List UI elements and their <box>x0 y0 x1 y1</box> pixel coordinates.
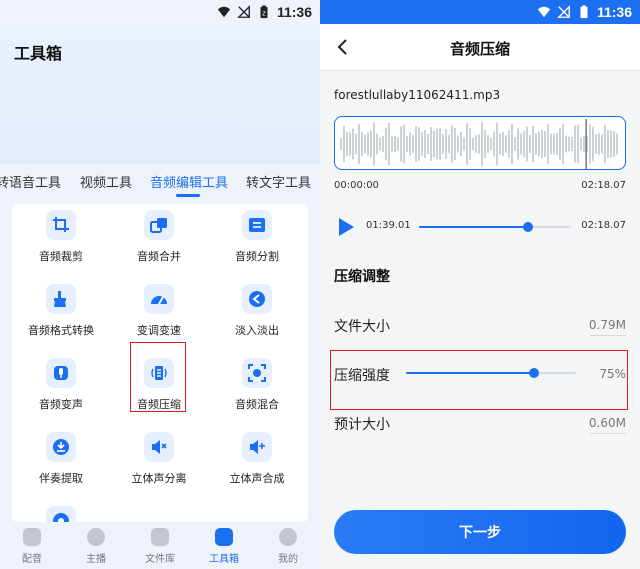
bottom-nav: 配音 主播 文件库 工具箱 我的 <box>0 522 320 569</box>
strength-slider[interactable] <box>406 368 576 378</box>
active-tab-indicator <box>176 194 200 197</box>
total-time: 02:18.07 <box>581 220 626 231</box>
tab-video-tools[interactable]: 视频工具 <box>80 172 132 191</box>
page-title: 工具箱 <box>14 44 63 63</box>
tool-audio-split[interactable]: 音频分割 <box>208 206 306 276</box>
format-convert-icon <box>46 284 76 314</box>
toolbox-screen: z 11:36 工具箱 转语音工具 视频工具 音频编辑工具 转文字工具 音频裁剪… <box>0 0 320 569</box>
crop-icon <box>46 210 76 240</box>
nav-label: 文件库 <box>145 554 175 565</box>
highlight-audio-compress <box>130 342 186 412</box>
tool-label: 立体声合成 <box>229 472 285 485</box>
strength-progress <box>406 372 534 374</box>
nav-profile[interactable]: 我的 <box>256 526 320 566</box>
tool-accompaniment-extract[interactable]: 伴奏提取 <box>12 428 110 498</box>
waveform-start-time: 00:00:00 <box>334 180 379 191</box>
estimated-size-underline <box>590 433 626 434</box>
file-library-icon <box>151 528 169 546</box>
tool-label: 淡入淡出 <box>235 324 279 337</box>
waveform-end-time: 02:18.07 <box>581 180 626 191</box>
playback-slider[interactable] <box>419 222 571 232</box>
toolbox-icon <box>215 528 233 546</box>
microphone-icon <box>46 358 76 388</box>
playback-progress <box>419 226 529 228</box>
tab-tts-tools[interactable]: 转语音工具 <box>0 172 61 191</box>
divider <box>320 70 640 71</box>
dub-icon <box>23 528 41 546</box>
tool-label: 音频分割 <box>235 250 279 263</box>
header-banner: 工具箱 <box>0 24 320 164</box>
tab-audio-edit-tools[interactable]: 音频编辑工具 <box>150 172 228 191</box>
speaker-split-icon <box>144 432 174 462</box>
wifi-icon <box>537 6 551 18</box>
profile-icon <box>279 528 297 546</box>
battery-icon: z <box>260 5 268 19</box>
strength-thumb[interactable] <box>528 368 539 378</box>
tool-label: 音频格式转换 <box>28 324 94 337</box>
fade-icon <box>242 284 272 314</box>
tool-label: 音频混合 <box>235 398 279 411</box>
merge-icon <box>144 210 174 240</box>
waveform-icon <box>340 119 618 169</box>
split-icon <box>242 210 272 240</box>
file-name: forestlullaby11062411.mp3 <box>334 88 501 102</box>
nav-label: 主播 <box>86 554 106 565</box>
anchor-face-icon <box>87 528 105 546</box>
tool-label: 音频变声 <box>39 398 83 411</box>
battery-icon <box>580 5 588 19</box>
wifi-icon <box>217 6 231 18</box>
svg-text:z: z <box>262 11 266 18</box>
estimated-size-label: 预计大小 <box>334 417 390 433</box>
tool-fade[interactable]: 淡入淡出 <box>208 280 306 350</box>
tool-label: 伴奏提取 <box>39 472 83 485</box>
tool-pitch-speed[interactable]: 变调变速 <box>110 280 208 350</box>
speedometer-icon <box>144 284 174 314</box>
tool-audio-crop[interactable]: 音频裁剪 <box>12 206 110 276</box>
tool-label: 变调变速 <box>137 324 181 337</box>
current-time: 01:39.01 <box>366 220 411 231</box>
tab-stt-tools[interactable]: 转文字工具 <box>246 172 311 191</box>
nav-label: 我的 <box>278 554 298 565</box>
file-size-label: 文件大小 <box>334 319 390 335</box>
page-title: 音频压缩 <box>449 40 510 58</box>
nav-dub[interactable]: 配音 <box>0 526 64 566</box>
next-step-button[interactable]: 下一步 <box>334 510 626 554</box>
strength-value: 75% <box>599 367 626 381</box>
nav-anchor[interactable]: 主播 <box>64 526 128 566</box>
nav-label: 工具箱 <box>209 554 239 565</box>
tool-label: 立体声分离 <box>131 472 187 485</box>
tool-stereo-split[interactable]: 立体声分离 <box>110 428 208 498</box>
tool-label: 音频裁剪 <box>39 250 83 263</box>
extract-icon <box>46 432 76 462</box>
play-icon[interactable] <box>336 217 356 237</box>
waveform-view[interactable] <box>334 116 626 170</box>
file-size-underline <box>590 335 626 336</box>
status-time: 11:36 <box>596 4 632 20</box>
nav-label: 配音 <box>22 554 42 565</box>
tool-audio-merge[interactable]: 音频合并 <box>110 206 208 276</box>
audio-compress-screen: 11:36 音频压缩 forestlullaby11062411.mp3 00:… <box>320 0 640 569</box>
status-bar: z 11:36 <box>0 0 320 24</box>
status-time: 11:36 <box>276 4 312 20</box>
tool-format-convert[interactable]: 音频格式转换 <box>12 280 110 350</box>
tool-stereo-merge[interactable]: 立体声合成 <box>208 428 306 498</box>
strength-label: 压缩强度 <box>334 368 390 384</box>
status-bar: 11:36 <box>320 0 640 24</box>
no-signal-icon <box>237 5 250 18</box>
no-signal-icon <box>557 5 570 18</box>
speaker-merge-icon <box>242 432 272 462</box>
nav-file-library[interactable]: 文件库 <box>128 526 192 566</box>
mix-icon <box>242 358 272 388</box>
tool-category-tabs: 转语音工具 视频工具 音频编辑工具 转文字工具 <box>0 164 320 198</box>
tool-label: 音频合并 <box>137 250 181 263</box>
tool-voice-change[interactable]: 音频变声 <box>12 354 110 424</box>
estimated-size-value: 0.60M <box>588 416 626 430</box>
section-title: 压缩调整 <box>334 269 390 285</box>
top-bar: 音频压缩 <box>320 24 640 70</box>
nav-toolbox[interactable]: 工具箱 <box>192 526 256 566</box>
tool-audio-mix[interactable]: 音频混合 <box>208 354 306 424</box>
file-size-value: 0.79M <box>588 318 626 332</box>
